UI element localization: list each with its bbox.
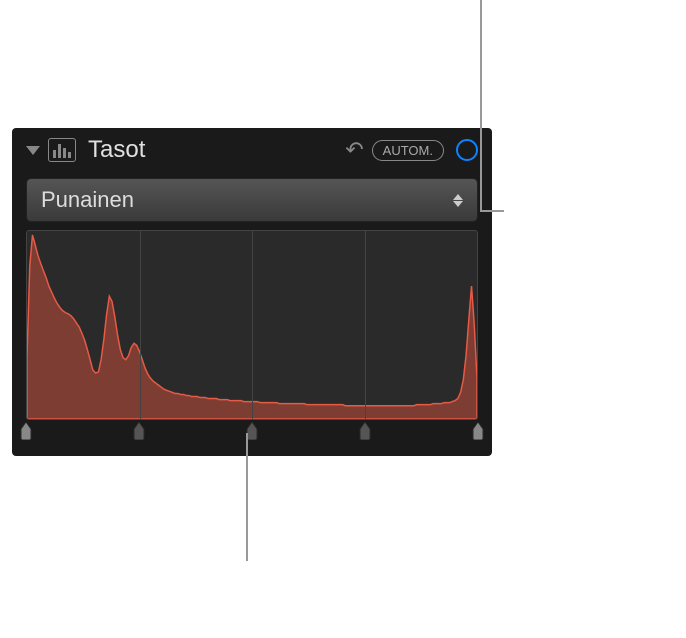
- slider-handle[interactable]: [132, 422, 146, 440]
- auto-button[interactable]: AUTOM.: [372, 140, 444, 161]
- callout-line: [480, 210, 504, 212]
- callout-line: [246, 433, 248, 561]
- levels-slider-track[interactable]: [26, 420, 478, 442]
- histogram: [26, 230, 478, 420]
- panel-title: Tasot: [88, 136, 337, 164]
- levels-icon: [48, 138, 76, 162]
- channel-dropdown[interactable]: Punainen: [26, 178, 478, 222]
- updown-arrows-icon: [453, 194, 463, 207]
- grid-line: [365, 231, 366, 419]
- disclosure-triangle-icon[interactable]: [26, 146, 40, 155]
- grid-line: [252, 231, 253, 419]
- undo-icon[interactable]: ↶: [345, 137, 363, 163]
- slider-handle[interactable]: [471, 422, 485, 440]
- enable-toggle[interactable]: [456, 139, 478, 161]
- grid-line: [140, 231, 141, 419]
- levels-panel: Tasot ↶ AUTOM. Punainen: [12, 128, 492, 456]
- slider-handle[interactable]: [19, 422, 33, 440]
- panel-header: Tasot ↶ AUTOM.: [12, 128, 492, 170]
- slider-handle[interactable]: [358, 422, 372, 440]
- callout-line: [480, 0, 482, 210]
- channel-selected-label: Punainen: [41, 187, 134, 213]
